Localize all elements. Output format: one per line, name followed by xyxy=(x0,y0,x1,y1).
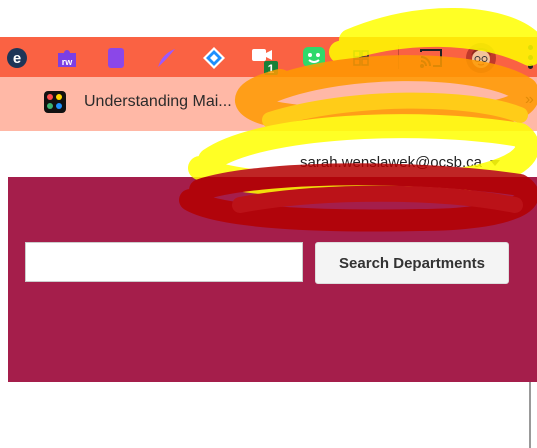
caret-down-icon xyxy=(490,159,500,166)
browser-e-icon[interactable]: e xyxy=(4,45,30,71)
bookmarks-overflow-icon[interactable]: » xyxy=(525,91,534,109)
read-write-icon[interactable]: rw xyxy=(54,45,80,71)
svg-text:e: e xyxy=(13,50,21,67)
bookmark-item[interactable]: Understanding Mai... xyxy=(44,88,232,116)
search-departments-button[interactable]: Search Departments xyxy=(315,242,509,284)
profile-avatar-icon[interactable] xyxy=(465,42,497,74)
search-input[interactable] xyxy=(25,242,303,282)
account-menu[interactable]: sarah.wenslawek@ocsb.ca xyxy=(300,154,500,171)
toolbar-separator xyxy=(398,45,399,69)
purple-doc-icon[interactable] xyxy=(103,45,129,71)
bitmoji-icon[interactable] xyxy=(301,45,327,71)
cast-icon[interactable] xyxy=(418,45,444,71)
account-email: sarah.wenslawek@ocsb.ca xyxy=(300,154,482,171)
meet-badge-icon[interactable]: 1 xyxy=(250,45,284,77)
browser-menu-icon[interactable] xyxy=(528,45,534,69)
svg-text:1: 1 xyxy=(268,62,275,76)
bookmark-favicon-icon xyxy=(44,91,66,113)
feather-icon[interactable] xyxy=(153,45,179,71)
apps-grid-icon[interactable] xyxy=(348,45,374,71)
blue-diamond-icon[interactable] xyxy=(201,45,227,71)
bookmark-label: Understanding Mai... xyxy=(84,93,232,110)
svg-text:rw: rw xyxy=(62,57,74,67)
page-scrollbar[interactable] xyxy=(529,382,537,448)
